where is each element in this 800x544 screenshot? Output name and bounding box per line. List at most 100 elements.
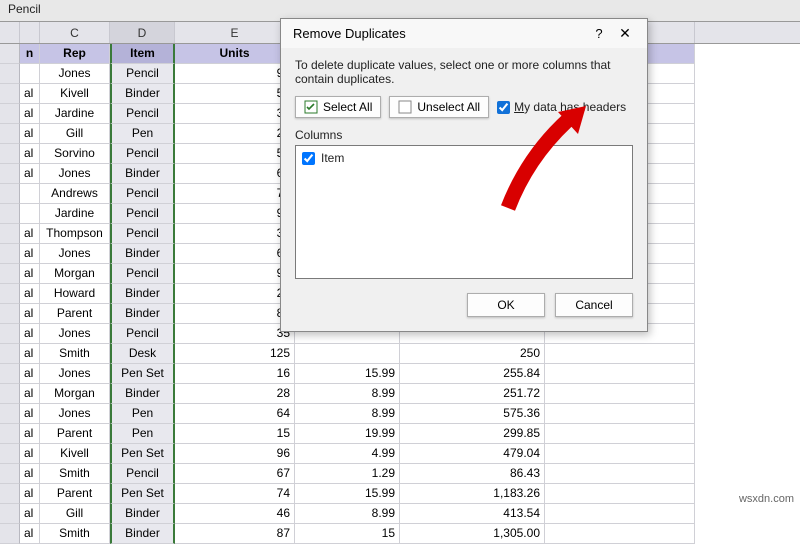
cell[interactable] bbox=[0, 164, 20, 184]
cell[interactable]: Binder bbox=[110, 164, 175, 184]
cell[interactable]: 479.04 bbox=[400, 444, 545, 464]
cell[interactable]: Smith bbox=[40, 524, 110, 544]
cell[interactable]: Pencil bbox=[110, 224, 175, 244]
cell[interactable] bbox=[0, 244, 20, 264]
cell[interactable]: Pencil bbox=[110, 64, 175, 84]
cell[interactable] bbox=[545, 384, 695, 404]
cell[interactable]: al bbox=[20, 104, 40, 124]
cell[interactable]: Binder bbox=[110, 304, 175, 324]
cell[interactable] bbox=[0, 124, 20, 144]
select-all-cell[interactable] bbox=[0, 22, 20, 43]
table-row[interactable]: alJonesPen Set1615.99255.84 bbox=[0, 364, 800, 384]
table-row[interactable]: alSmithDesk125250 bbox=[0, 344, 800, 364]
cell[interactable]: Pencil bbox=[110, 264, 175, 284]
cell[interactable]: 86.43 bbox=[400, 464, 545, 484]
cell[interactable]: 35 bbox=[175, 324, 295, 344]
cell[interactable]: Pen Set bbox=[110, 364, 175, 384]
cell[interactable]: n bbox=[20, 44, 40, 64]
cell[interactable] bbox=[0, 104, 20, 124]
cell[interactable] bbox=[545, 404, 695, 424]
cell[interactable]: al bbox=[20, 84, 40, 104]
headers-checkbox[interactable]: My data has headers bbox=[497, 100, 626, 114]
cell[interactable]: Pencil bbox=[110, 144, 175, 164]
cell[interactable]: Kivell bbox=[40, 84, 110, 104]
cell[interactable]: 255.84 bbox=[400, 364, 545, 384]
cell[interactable]: 19.99 bbox=[295, 424, 400, 444]
ok-button[interactable]: OK bbox=[467, 293, 545, 317]
cell[interactable] bbox=[545, 504, 695, 524]
cell[interactable]: Binder bbox=[110, 384, 175, 404]
cell[interactable]: Pencil bbox=[110, 324, 175, 344]
cell[interactable]: 413.54 bbox=[400, 504, 545, 524]
cell[interactable]: Pen bbox=[110, 424, 175, 444]
cell[interactable]: Howard bbox=[40, 284, 110, 304]
cell[interactable]: al bbox=[20, 284, 40, 304]
cell[interactable]: al bbox=[20, 404, 40, 424]
cell[interactable]: Pen Set bbox=[110, 444, 175, 464]
cell[interactable]: 575.36 bbox=[400, 404, 545, 424]
column-item-checkbox[interactable] bbox=[302, 152, 315, 165]
cell[interactable] bbox=[545, 524, 695, 544]
cell[interactable]: 64 bbox=[175, 404, 295, 424]
cell[interactable]: 90 bbox=[175, 264, 295, 284]
cell[interactable]: Pen Set bbox=[110, 484, 175, 504]
cell[interactable] bbox=[0, 204, 20, 224]
unselect-all-button[interactable]: Unselect All bbox=[389, 96, 489, 118]
cell[interactable] bbox=[0, 224, 20, 244]
cell[interactable] bbox=[0, 44, 20, 64]
cell[interactable]: Gill bbox=[40, 124, 110, 144]
cell[interactable] bbox=[0, 324, 20, 344]
headers-checkbox-input[interactable] bbox=[497, 101, 510, 114]
cell[interactable] bbox=[295, 344, 400, 364]
cell[interactable]: Desk bbox=[110, 344, 175, 364]
cell[interactable]: Pencil bbox=[110, 184, 175, 204]
cell[interactable]: 46 bbox=[175, 504, 295, 524]
cell[interactable]: Sorvino bbox=[40, 144, 110, 164]
cell[interactable]: 4.99 bbox=[295, 444, 400, 464]
cell[interactable]: 8.99 bbox=[295, 504, 400, 524]
table-row[interactable]: alJonesPen648.99575.36 bbox=[0, 404, 800, 424]
cell[interactable]: Parent bbox=[40, 424, 110, 444]
cell[interactable]: Binder bbox=[110, 284, 175, 304]
cell[interactable]: Jones bbox=[40, 364, 110, 384]
cell[interactable] bbox=[0, 504, 20, 524]
cell[interactable]: 15 bbox=[295, 524, 400, 544]
cell[interactable]: Smith bbox=[40, 344, 110, 364]
col-header-blank[interactable] bbox=[20, 22, 40, 43]
col-header-c[interactable]: C bbox=[40, 22, 110, 43]
cell[interactable]: Binder bbox=[110, 504, 175, 524]
cell[interactable] bbox=[0, 64, 20, 84]
cell[interactable] bbox=[545, 424, 695, 444]
cell[interactable]: 15.99 bbox=[295, 484, 400, 504]
cell[interactable] bbox=[0, 144, 20, 164]
cell[interactable]: al bbox=[20, 244, 40, 264]
col-header-d[interactable]: D bbox=[110, 22, 175, 43]
cell[interactable] bbox=[545, 364, 695, 384]
cell[interactable]: Jardine bbox=[40, 104, 110, 124]
cell[interactable]: Jones bbox=[40, 324, 110, 344]
cell[interactable] bbox=[0, 264, 20, 284]
cell[interactable] bbox=[0, 304, 20, 324]
cell[interactable]: 28 bbox=[175, 384, 295, 404]
cell[interactable]: al bbox=[20, 484, 40, 504]
cell[interactable]: Kivell bbox=[40, 444, 110, 464]
cell[interactable]: al bbox=[20, 264, 40, 284]
cell[interactable]: al bbox=[20, 524, 40, 544]
cell[interactable]: 250 bbox=[400, 344, 545, 364]
cell[interactable]: 251.72 bbox=[400, 384, 545, 404]
cell[interactable]: Thompson bbox=[40, 224, 110, 244]
cell[interactable] bbox=[20, 184, 40, 204]
cell[interactable]: 27 bbox=[175, 124, 295, 144]
cell[interactable] bbox=[0, 424, 20, 444]
select-all-button[interactable]: Select All bbox=[295, 96, 381, 118]
cell[interactable]: Parent bbox=[40, 484, 110, 504]
cell[interactable]: 15.99 bbox=[295, 364, 400, 384]
cell[interactable]: Andrews bbox=[40, 184, 110, 204]
cell[interactable]: 81 bbox=[175, 304, 295, 324]
cell[interactable] bbox=[545, 484, 695, 504]
cell[interactable]: al bbox=[20, 164, 40, 184]
cell[interactable]: Gill bbox=[40, 504, 110, 524]
cell[interactable] bbox=[0, 384, 20, 404]
cell[interactable]: 16 bbox=[175, 364, 295, 384]
cell[interactable]: Binder bbox=[110, 524, 175, 544]
